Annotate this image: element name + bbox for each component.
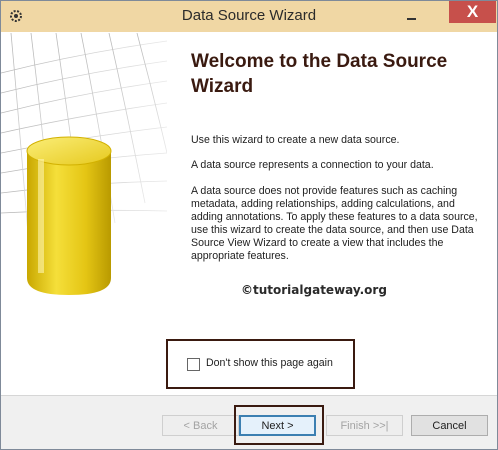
- dont-show-label[interactable]: Don't show this page again: [206, 357, 333, 369]
- data-source-wizard-window: Data Source Wizard X Welcome to the Data…: [0, 0, 498, 450]
- database-cylinder-icon: [1, 33, 167, 295]
- minimize-icon[interactable]: [402, 7, 420, 25]
- next-button[interactable]: Next >: [239, 415, 316, 436]
- banner-graphic: [1, 33, 167, 395]
- window-title: Data Source Wizard: [181, 7, 317, 24]
- close-icon[interactable]: X: [449, 1, 496, 23]
- description-text: A data source does not provide features …: [191, 185, 478, 262]
- watermark-text: ©tutorialgateway.org: [241, 283, 387, 297]
- back-button[interactable]: < Back: [162, 415, 239, 436]
- intro-text: Use this wizard to create a new data sou…: [191, 134, 400, 146]
- title-bar[interactable]: Data Source Wizard X: [1, 1, 497, 32]
- definition-text: A data source represents a connection to…: [191, 159, 434, 171]
- cancel-button[interactable]: Cancel: [411, 415, 488, 436]
- finish-button[interactable]: Finish >>|: [326, 415, 403, 436]
- dont-show-checkbox[interactable]: [187, 358, 200, 371]
- page-title: Welcome to the Data Source Wizard: [191, 51, 448, 97]
